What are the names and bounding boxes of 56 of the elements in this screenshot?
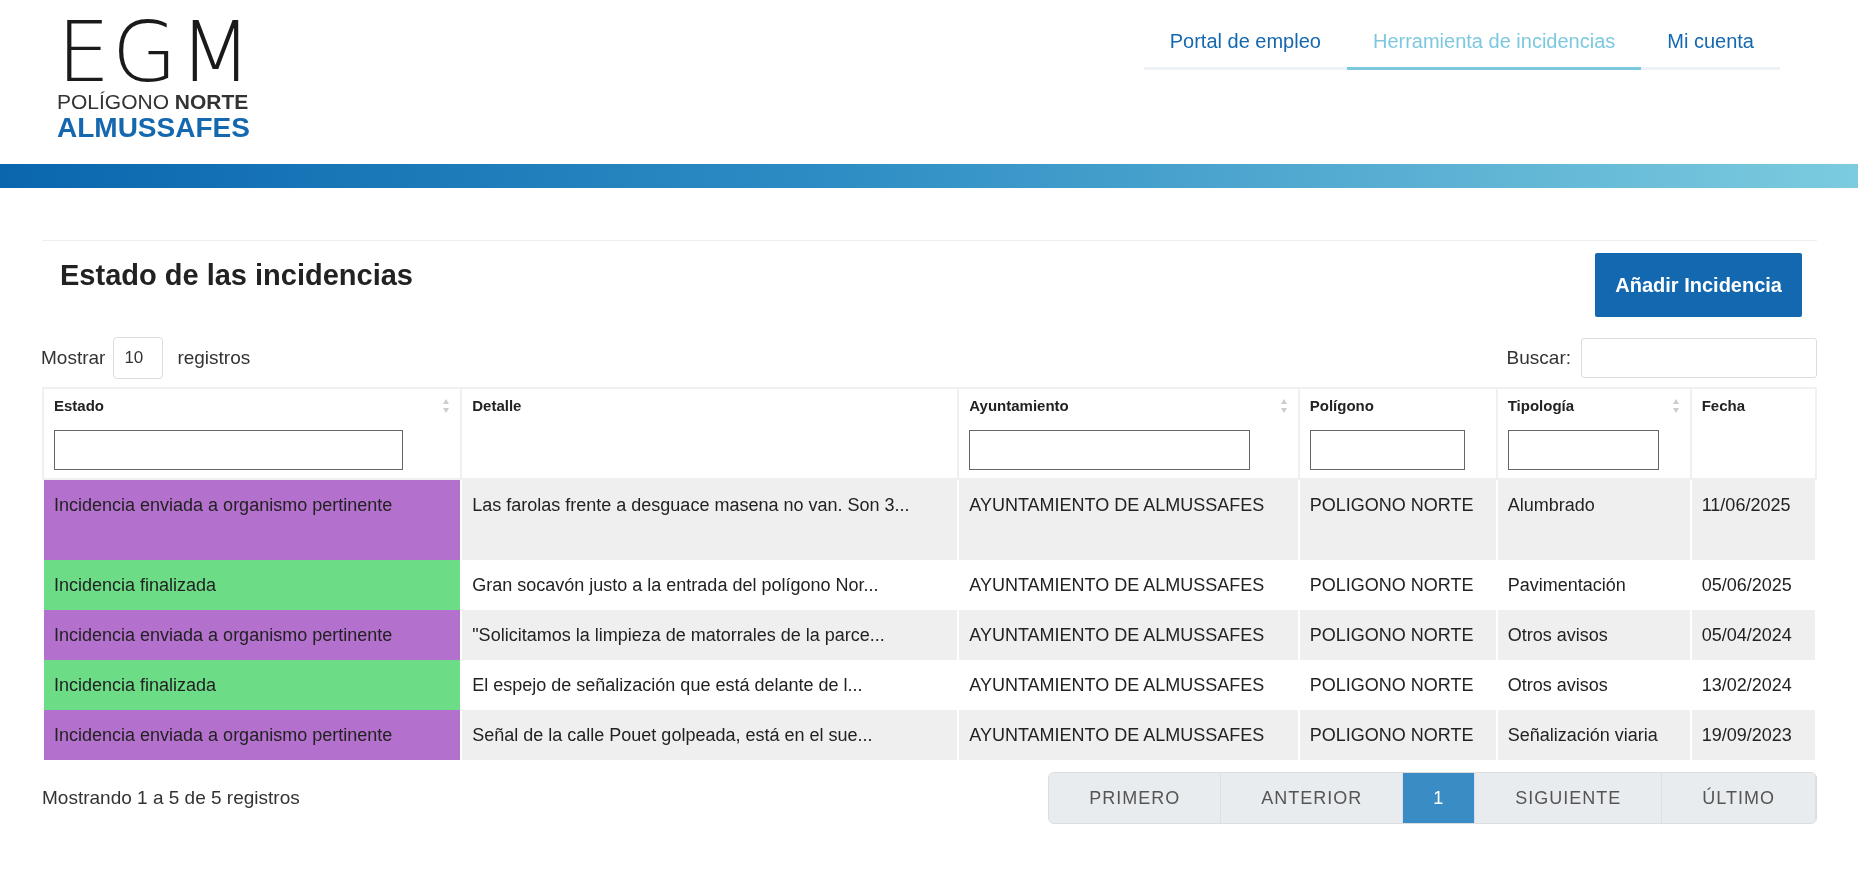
status-cell: Incidencia enviada a organismo pertinente (43, 710, 462, 760)
column-header[interactable]: Tipología (1496, 388, 1691, 479)
table-cell: POLIGONO NORTE (1298, 560, 1497, 610)
filter-field[interactable] (54, 430, 403, 470)
column-header[interactable]: Polígono (1298, 388, 1497, 479)
show-label: Mostrar (41, 347, 106, 369)
search-field[interactable] (1581, 338, 1817, 378)
table-cell: Otros avisos (1496, 610, 1691, 660)
column-header[interactable]: Fecha (1690, 388, 1816, 479)
add-button[interactable]: Añadir Incidencia (1595, 253, 1802, 317)
table-cell: Pavimentación (1496, 560, 1691, 610)
table-cell: POLIGONO NORTE (1298, 610, 1497, 660)
records-label: registros (177, 347, 251, 369)
table-cell: 19/09/2023 (1690, 710, 1816, 760)
nav-tab[interactable]: Mi cuenta (1641, 26, 1780, 70)
table-cell: AYUNTAMIENTO DE ALMUSSAFES (958, 560, 1299, 610)
table-cell: 13/02/2024 (1690, 660, 1816, 710)
table-cell: El espejo de señalización que está delante de l... (461, 660, 959, 710)
table-cell: Señalización viaria (1496, 710, 1691, 760)
table-cell: 05/06/2025 (1690, 560, 1816, 610)
logo-town: ALMUSSAFES (57, 114, 250, 142)
table-cell: Gran socavón justo a la entrada del polígono Nor... (461, 560, 959, 610)
table-cell: AYUNTAMIENTO DE ALMUSSAFES (958, 610, 1299, 660)
search-label: Buscar: (1506, 347, 1571, 369)
status-cell: Incidencia enviada a organismo pertinente (43, 610, 462, 660)
table-cell: "Solicitamos la limpieza de matorrales de la parce... (461, 610, 959, 660)
pagination-button[interactable]: PRIMERO (1049, 773, 1222, 823)
table-cell: POLIGONO NORTE (1298, 710, 1497, 760)
nav-tab[interactable]: Portal de empleo (1143, 26, 1347, 70)
pagination-button[interactable]: 1 (1403, 773, 1476, 823)
table-cell: AYUNTAMIENTO DE ALMUSSAFES (958, 710, 1299, 760)
table-cell: AYUNTAMIENTO DE ALMUSSAFES (958, 660, 1299, 710)
filter-field[interactable] (1507, 430, 1660, 470)
table-cell: AYUNTAMIENTO DE ALMUSSAFES (958, 479, 1299, 560)
filter-field[interactable] (969, 430, 1250, 470)
table-cell: Otros avisos (1496, 660, 1691, 710)
logo[interactable]: EGM POLÍGONO NORTE ALMUSSAFES (57, 14, 254, 142)
status-cell: Incidencia finalizada (43, 560, 462, 610)
filter-field[interactable] (1309, 430, 1465, 470)
table-cell: Señal de la calle Pouet golpeada, está en el sue... (461, 710, 959, 760)
table-cell: POLIGONO NORTE (1298, 479, 1497, 560)
table-cell: Alumbrado (1496, 479, 1691, 560)
column-header[interactable]: Estado (43, 388, 462, 479)
records-info: Mostrando 1 a 5 de 5 registros (42, 787, 300, 809)
column-header[interactable]: Ayuntamiento (958, 388, 1299, 479)
table-cell: POLIGONO NORTE (1298, 660, 1497, 710)
table-cell: Las farolas frente a desguace masena no van. Son 3... (461, 479, 959, 560)
page-size-select[interactable]: 10 (113, 337, 164, 379)
status-cell: Incidencia finalizada (43, 660, 462, 710)
table-cell: 11/06/2025 (1690, 479, 1816, 560)
page-title: Estado de las incidencias (60, 258, 413, 292)
column-header[interactable]: Detalle (461, 388, 959, 479)
logo-mark: EGM (57, 14, 254, 90)
status-cell: Incidencia enviada a organismo pertinente (43, 479, 462, 560)
table-cell: 05/04/2024 (1690, 610, 1816, 660)
logo-subtitle: POLÍGONO NORTE (57, 90, 249, 114)
